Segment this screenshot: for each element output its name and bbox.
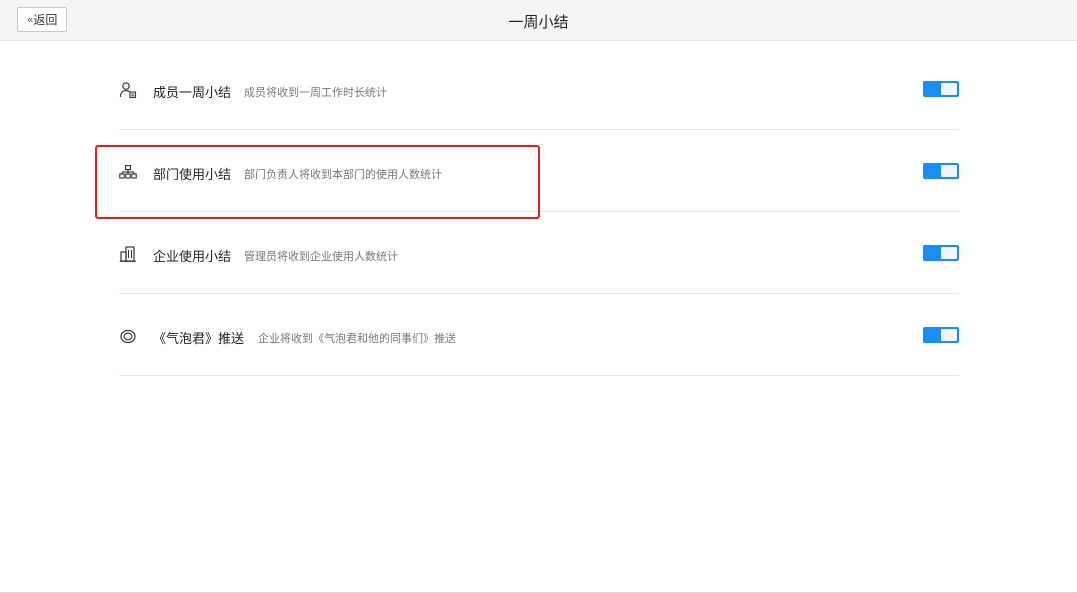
bubble-icon (119, 327, 137, 345)
summary-settings-list: 成员一周小结 成员将收到一周工作时长统计 部门使用小结 部门负责人将收到本部门的… (119, 48, 959, 376)
top-bar: « 返回 一周小结 (0, 0, 1077, 41)
toggle-knob (941, 83, 957, 95)
person-icon (119, 81, 137, 99)
building-icon (119, 245, 137, 263)
setting-row-bubble-push: 《气泡君》推送 企业将收到《气泡君和他的同事们》推送 (119, 294, 959, 376)
setting-title: 成员一周小结 (153, 86, 232, 101)
setting-description: 成员将收到一周工作时长统计 (244, 86, 387, 99)
department-summary-toggle[interactable] (923, 163, 959, 179)
setting-title: 《气泡君》推送 (153, 332, 245, 347)
setting-description: 部门负责人将收到本部门的使用人数统计 (244, 168, 442, 181)
page-title: 一周小结 (508, 13, 569, 31)
bubble-push-toggle[interactable] (923, 327, 959, 343)
weekly-summary-window: « 返回 一周小结 成员一周小结 成员将收到一周工作时长统计 部门使用小结 部门… (0, 0, 1077, 593)
member-summary-toggle[interactable] (923, 81, 959, 97)
toggle-knob (941, 247, 957, 259)
company-summary-toggle[interactable] (923, 245, 959, 261)
toggle-knob (941, 329, 957, 341)
org-chart-icon (119, 163, 137, 181)
setting-row-member-summary: 成员一周小结 成员将收到一周工作时长统计 (119, 48, 959, 130)
setting-description: 管理员将收到企业使用人数统计 (244, 250, 398, 263)
setting-title: 企业使用小结 (153, 250, 232, 265)
toggle-knob (941, 165, 957, 177)
setting-row-department-summary: 部门使用小结 部门负责人将收到本部门的使用人数统计 (119, 130, 959, 212)
setting-title: 部门使用小结 (153, 168, 232, 183)
setting-row-company-summary: 企业使用小结 管理员将收到企业使用人数统计 (119, 212, 959, 294)
setting-description: 企业将收到《气泡君和他的同事们》推送 (258, 332, 456, 345)
